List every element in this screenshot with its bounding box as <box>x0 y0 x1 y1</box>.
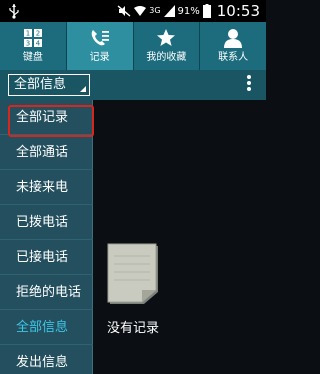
empty-notes-icon <box>107 243 158 304</box>
signal-strength-icon <box>163 5 175 17</box>
tab-logs[interactable]: 记录 <box>66 22 134 70</box>
more-options-icon[interactable] <box>246 74 252 96</box>
menu-item-label: 全部记录 <box>16 110 69 125</box>
filter-dropdown-value: 全部信息 <box>14 77 67 92</box>
tab-contacts[interactable]: 联系人 <box>200 22 266 70</box>
dropdown-arrow-icon <box>80 86 86 92</box>
menu-item-all-messages[interactable]: 全部信息 <box>0 310 93 345</box>
menu-item-label: 发出信息 <box>16 355 69 370</box>
usb-icon <box>9 4 19 19</box>
mute-icon <box>117 5 131 17</box>
menu-item-label: 已接电话 <box>16 250 69 265</box>
menu-item-received-calls[interactable]: 已接电话 <box>0 240 93 275</box>
svg-text:3: 3 <box>26 40 30 48</box>
menu-item-label: 未接来电 <box>16 180 69 195</box>
network-type: 3G <box>149 6 161 15</box>
empty-state-text: 没有记录 <box>107 321 160 336</box>
menu-item-all-logs[interactable]: 全部记录 <box>0 100 94 137</box>
tab-keypad[interactable]: 1 2 3 4 键盘 <box>0 22 67 70</box>
menu-item-missed-calls[interactable]: 未接来电 <box>0 170 93 205</box>
battery-icon <box>202 4 211 18</box>
tab-label: 记录 <box>89 52 110 63</box>
status-bar: 3G 91% 10:53 <box>0 0 266 22</box>
status-icons: 3G 91% 10:53 <box>117 0 260 22</box>
menu-item-all-calls[interactable]: 全部通话 <box>0 135 93 170</box>
clock: 10:53 <box>216 2 260 20</box>
menu-item-label: 已拨电话 <box>16 215 69 230</box>
battery-percent: 91% <box>177 5 200 17</box>
tab-favorites[interactable]: 我的收藏 <box>134 22 201 70</box>
call-log-icon <box>91 30 109 46</box>
tab-bar: 1 2 3 4 键盘 记录 我的收藏 联系人 <box>0 22 266 70</box>
wifi-icon <box>134 6 147 16</box>
menu-item-label: 全部通话 <box>16 145 69 160</box>
contact-icon <box>224 29 243 48</box>
filter-menu: 全部记录 全部通话 未接来电 已拨电话 已接电话 拒绝的电话 全部信息 发出信息 <box>0 100 94 374</box>
tab-label: 我的收藏 <box>146 52 187 63</box>
menu-item-sent-messages[interactable]: 发出信息 <box>0 345 93 374</box>
svg-text:2: 2 <box>36 30 40 38</box>
menu-item-dialed-calls[interactable]: 已拨电话 <box>0 205 93 240</box>
star-icon <box>157 29 176 46</box>
toolbar: 全部信息 <box>0 70 266 100</box>
svg-text:1: 1 <box>26 30 30 38</box>
keypad-icon: 1 2 3 4 <box>23 29 42 48</box>
menu-item-rejected-calls[interactable]: 拒绝的电话 <box>0 275 93 310</box>
svg-text:4: 4 <box>36 40 41 48</box>
menu-item-label: 全部信息 <box>16 320 69 335</box>
menu-item-label: 拒绝的电话 <box>16 285 82 300</box>
filter-dropdown[interactable]: 全部信息 <box>8 74 90 96</box>
tab-label: 联系人 <box>218 52 249 63</box>
tab-label: 键盘 <box>22 52 43 63</box>
